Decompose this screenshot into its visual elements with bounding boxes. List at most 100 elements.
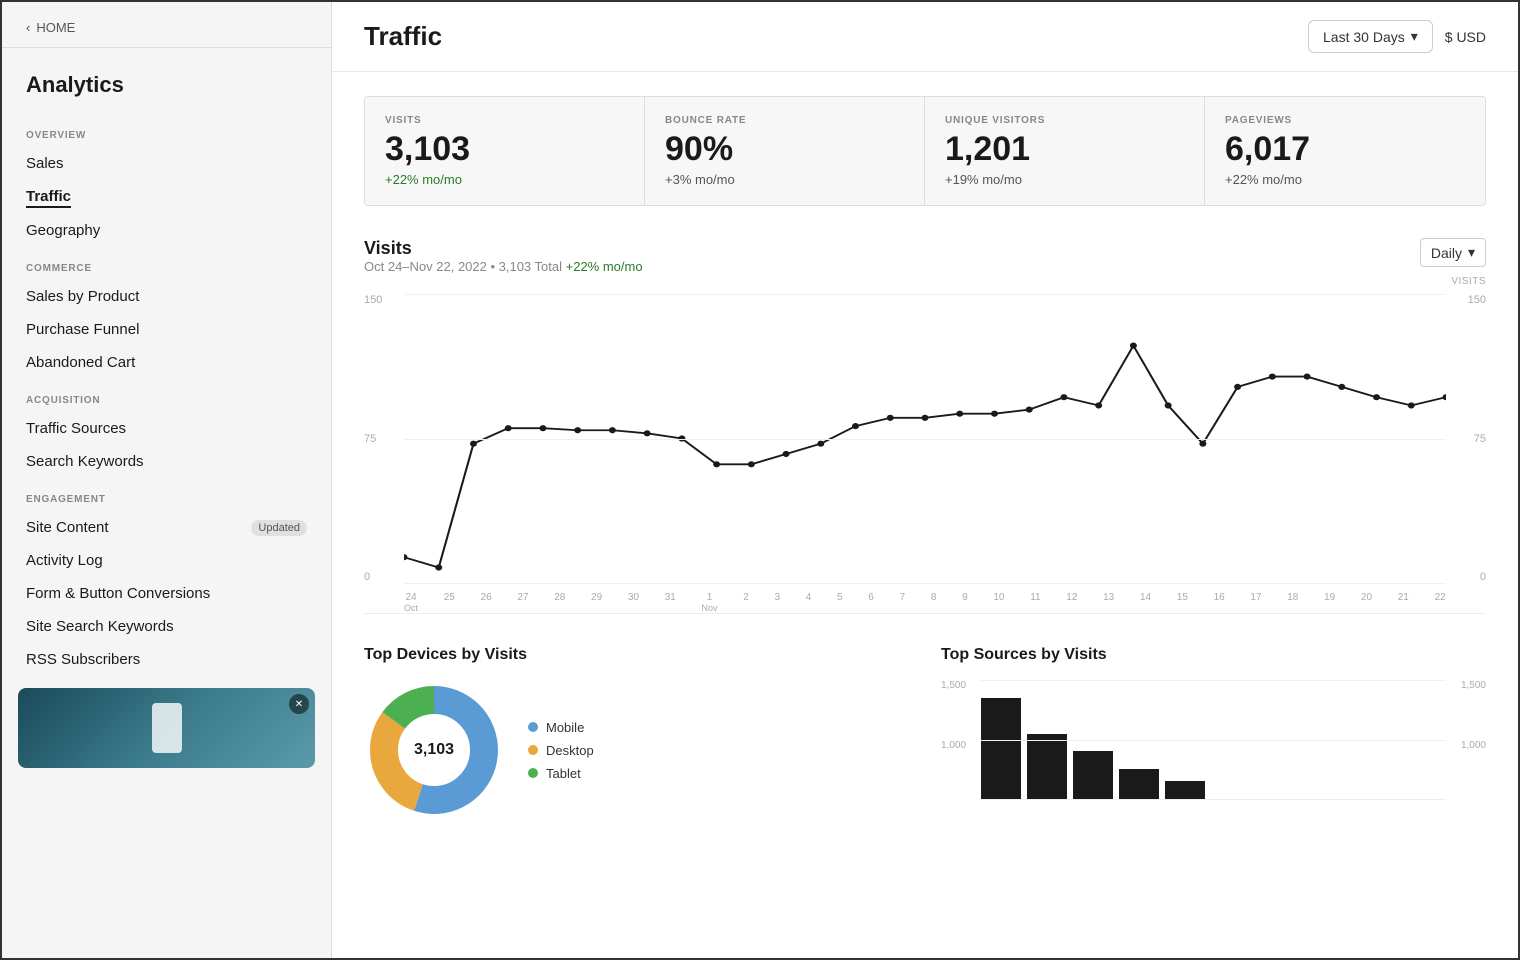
sidebar-item-geography[interactable]: Geography xyxy=(2,214,331,247)
pageviews-value: 6,017 xyxy=(1225,132,1465,166)
sidebar-item-traffic[interactable]: Traffic xyxy=(26,188,71,208)
grid-line-bottom xyxy=(404,583,1446,584)
stat-card-visits: VISITS 3,103 +22% mo/mo xyxy=(365,97,645,205)
home-label: HOME xyxy=(36,20,75,35)
stat-cards: VISITS 3,103 +22% mo/mo BOUNCE RATE 90% … xyxy=(364,96,1486,206)
bounce-rate-change: +3% mo/mo xyxy=(665,172,904,187)
chevron-left-icon: ‹ xyxy=(26,20,30,35)
dot xyxy=(435,564,442,570)
donut-chart-section: Top Devices by Visits 3,103 xyxy=(364,646,909,820)
phone-graphic xyxy=(152,703,182,753)
x-label-21: 21 xyxy=(1398,592,1409,613)
x-label-4: 4 xyxy=(806,592,812,613)
dot xyxy=(1234,384,1241,390)
stat-card-pageviews: PAGEVIEWS 6,017 +22% mo/mo xyxy=(1205,97,1485,205)
sidebar-item-abandoned-cart[interactable]: Abandoned Cart xyxy=(2,346,331,379)
dot xyxy=(1095,402,1102,408)
stat-card-bounce-rate: BOUNCE RATE 90% +3% mo/mo xyxy=(645,97,925,205)
bar-1 xyxy=(981,698,1021,799)
donut-chart-title: Top Devices by Visits xyxy=(364,646,909,664)
dot xyxy=(1130,343,1137,349)
bar-chart-section: Top Sources by Visits 1,500 1,000 1,500 … xyxy=(941,646,1486,820)
grid-line-mid xyxy=(404,439,1446,440)
bar-y-max-left: 1,500 xyxy=(941,680,976,691)
date-range-picker[interactable]: Last 30 Days ▾ xyxy=(1308,20,1433,53)
sidebar-item-activity-log[interactable]: Activity Log xyxy=(2,544,331,577)
bounce-rate-label: BOUNCE RATE xyxy=(665,115,904,126)
x-label-10: 10 xyxy=(993,592,1004,613)
section-label-engagement: ENGAGEMENT xyxy=(2,478,331,511)
pageviews-label: PAGEVIEWS xyxy=(1225,115,1465,126)
legend-desktop: Desktop xyxy=(528,743,594,758)
donut-container: 3,103 Mobile Desktop xyxy=(364,680,909,820)
bar-grid-top xyxy=(981,680,1446,681)
x-label-22: 22 xyxy=(1435,592,1446,613)
y-min-right: 0 xyxy=(1451,571,1486,583)
bar-chart-title: Top Sources by Visits xyxy=(941,646,1486,664)
currency-selector[interactable]: $ USD xyxy=(1445,29,1486,45)
dot xyxy=(609,427,616,433)
x-label-1: 1 Nov xyxy=(702,592,718,613)
y-labels-left: 150 75 0 xyxy=(364,294,399,583)
donut-legend: Mobile Desktop Tablet xyxy=(528,720,594,781)
x-label-11: 11 xyxy=(1030,592,1040,613)
dot xyxy=(1304,373,1311,379)
dot xyxy=(404,554,407,560)
sidebar-item-rss[interactable]: RSS Subscribers xyxy=(2,643,331,676)
section-label-overview: OVERVIEW xyxy=(2,114,331,147)
chart-inner xyxy=(404,294,1446,583)
dot xyxy=(1060,394,1067,400)
home-link[interactable]: ‹ HOME xyxy=(2,2,331,48)
sidebar-item-form-button[interactable]: Form & Button Conversions xyxy=(2,577,331,610)
x-label-12: 12 xyxy=(1066,592,1077,613)
x-label-24: 24 Oct xyxy=(404,592,418,613)
dot xyxy=(887,415,894,421)
legend-label-mobile: Mobile xyxy=(546,720,584,735)
bar-3 xyxy=(1073,751,1113,799)
content-area: VISITS 3,103 +22% mo/mo BOUNCE RATE 90% … xyxy=(332,72,1518,958)
x-label-19: 19 xyxy=(1324,592,1335,613)
header-controls: Last 30 Days ▾ $ USD xyxy=(1308,20,1486,53)
bar-4 xyxy=(1119,769,1159,799)
chart-date-range: Oct 24–Nov 22, 2022 • 3,103 Total xyxy=(364,259,566,274)
x-label-28: 28 xyxy=(554,592,565,613)
period-selector[interactable]: Daily ▾ xyxy=(1420,238,1486,267)
x-label-15: 15 xyxy=(1177,592,1188,613)
unique-visitors-value: 1,201 xyxy=(945,132,1184,166)
legend-label-desktop: Desktop xyxy=(546,743,594,758)
sidebar-item-sales-by-product[interactable]: Sales by Product xyxy=(2,280,331,313)
dot xyxy=(713,461,720,467)
stat-card-unique-visitors: UNIQUE VISITORS 1,201 +19% mo/mo xyxy=(925,97,1205,205)
section-label-acquisition: ACQUISITION xyxy=(2,379,331,412)
chevron-down-icon: ▾ xyxy=(1411,28,1418,45)
dot xyxy=(1408,402,1415,408)
y-max-right: 150 xyxy=(1451,294,1486,306)
visits-value: 3,103 xyxy=(385,132,624,166)
x-label-17: 17 xyxy=(1250,592,1261,613)
y-mid-left: 75 xyxy=(364,433,399,445)
x-label-26: 26 xyxy=(481,592,492,613)
x-label-9: 9 xyxy=(962,592,968,613)
dot xyxy=(817,441,824,447)
sidebar-item-site-content[interactable]: Site Content Updated xyxy=(2,511,331,544)
visits-chart: VISITS 150 75 0 150 75 0 xyxy=(364,294,1486,614)
sidebar-item-site-search-keywords[interactable]: Site Search Keywords xyxy=(2,610,331,643)
sidebar-item-traffic-sources[interactable]: Traffic Sources xyxy=(2,412,331,445)
pageviews-change: +22% mo/mo xyxy=(1225,172,1465,187)
bottom-charts: Top Devices by Visits 3,103 xyxy=(364,646,1486,820)
thumbnail-close-button[interactable]: ✕ xyxy=(289,694,309,714)
dot xyxy=(1269,373,1276,379)
chart-header: Visits Oct 24–Nov 22, 2022 • 3,103 Total… xyxy=(364,238,1486,290)
sidebar-item-search-keywords[interactable]: Search Keywords xyxy=(2,445,331,478)
page-title: Traffic xyxy=(364,21,442,52)
dot xyxy=(644,430,651,436)
sidebar-item-sales[interactable]: Sales xyxy=(2,147,331,180)
bar-y-max-right: 1,500 xyxy=(1451,680,1486,691)
x-label-2: 2 xyxy=(743,592,749,613)
chart-title: Visits xyxy=(364,238,643,259)
y-min-left: 0 xyxy=(364,571,399,583)
x-label-14: 14 xyxy=(1140,592,1151,613)
sidebar-item-purchase-funnel[interactable]: Purchase Funnel xyxy=(2,313,331,346)
visits-chart-section: Visits Oct 24–Nov 22, 2022 • 3,103 Total… xyxy=(364,238,1486,614)
dot xyxy=(783,451,790,457)
